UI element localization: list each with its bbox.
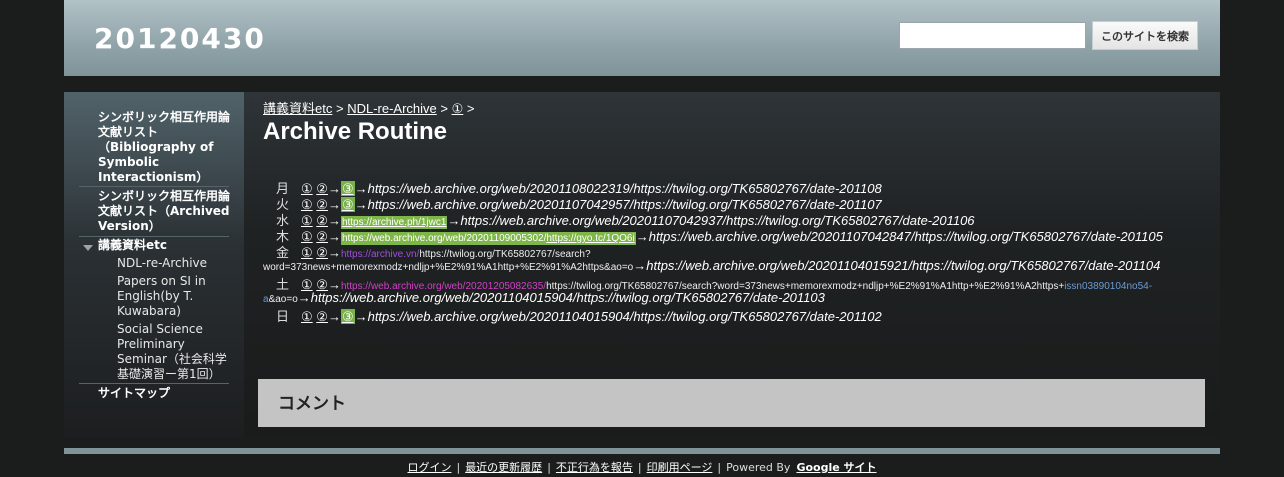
issn-link[interactable]: issn03890104no54- [1064,281,1152,292]
routine-row-sunday: 日① ②→③→https://web.archive.org/web/20201… [263,306,882,325]
google-sites-link[interactable]: Google サイト [796,461,876,474]
arrow: → [633,258,647,273]
login-link[interactable]: ログイン [407,461,451,474]
site-title[interactable]: 20120430 [94,22,266,55]
archive-url: https://web.archive.org/web/202011040159… [367,309,882,324]
archive-url: https://web.archive.org/web/202011040159… [646,258,1161,273]
arrow: → [354,309,368,324]
breadcrumb-separator: > [440,101,448,116]
sidebar-item-papers-on-si[interactable]: Papers on SI in English(by T. Kuwabara) [117,274,235,319]
expand-triangle-icon[interactable] [83,245,93,251]
footer-bar [64,448,1220,454]
breadcrumb-link-ndl[interactable]: NDL-re-Archive [347,101,437,116]
sidebar: シンボリック相互作用論文献リスト（Bibliography of Symboli… [64,92,244,437]
search-button[interactable]: このサイトを検索 [1092,21,1198,50]
day-label: 日 [275,309,289,324]
sidebar-item-social-science-seminar[interactable]: Social Science Preliminary Seminar（社会科学基… [117,322,235,382]
sidebar-item-archived-version[interactable]: シンボリック相互作用論文献リスト（Archived Version） [98,189,233,234]
main-frame: シンボリック相互作用論文献リスト（Bibliography of Symboli… [64,92,1220,437]
sidebar-divider [79,236,229,237]
report-abuse-link[interactable]: 不正行為を報告 [556,461,633,474]
recent-changes-link[interactable]: 最近の更新履歴 [465,461,542,474]
link-3[interactable]: ③ [340,309,355,324]
routine-row-saturday-cont: a&ao=o→https://web.archive.org/web/20201… [263,290,825,305]
powered-by-text: Powered By [726,461,791,474]
print-page-link[interactable]: 印刷用ページ [647,461,713,474]
footer-separator: | [456,461,461,474]
footer-separator: | [637,461,642,474]
breadcrumb-separator: > [335,101,344,116]
breadcrumb: 講義資料etc > NDL-re-Archive > ① > [263,98,474,117]
breadcrumb-link-1[interactable]: ① [452,101,464,116]
site-header: 20120430 このサイトを検索 [64,0,1220,76]
sidebar-item-ndl-re-archive[interactable]: NDL-re-Archive [117,256,235,271]
link-1[interactable]: ① [301,309,313,324]
footer: ログイン | 最近の更新履歴 | 不正行為を報告 | 印刷用ページ | Powered By Go… [0,459,1284,475]
archive-url: https://web.archive.org/web/202011070428… [648,229,1163,244]
footer-separator: | [547,461,551,474]
routine-row-friday-cont: word=373news+memorexmodz+ndljp+%E2%91%A1… [263,258,1160,273]
arrow: → [635,229,649,244]
arrow: → [327,309,341,324]
twilog-search-query: word=373news+memorexmodz+ndljp+%E2%91%A1… [263,262,634,273]
twilog-search-query: &ao=o [268,294,298,305]
comments-section: コメント [258,379,1205,427]
sidebar-divider [79,186,229,187]
sidebar-item-sitemap[interactable]: サイトマップ [98,386,233,401]
arrow: → [297,290,311,305]
footer-separator: | [717,461,722,474]
content-area: 講義資料etc > NDL-re-Archive > ① > Archive R… [244,92,1220,437]
breadcrumb-link-lecture[interactable]: 講義資料etc [263,101,332,116]
breadcrumb-separator: > [466,101,475,116]
page-title: Archive Routine [263,118,448,145]
link-2[interactable]: ② [316,309,328,324]
sidebar-item-lecture-materials[interactable]: 講義資料etc [98,238,233,253]
archive-url: https://web.archive.org/web/202011040159… [310,290,825,305]
sidebar-item-bibliography[interactable]: シンボリック相互作用論文献リスト（Bibliography of Symboli… [98,110,233,185]
comments-title: コメント [278,394,346,414]
search-input[interactable] [899,22,1086,49]
sidebar-divider [79,383,229,384]
